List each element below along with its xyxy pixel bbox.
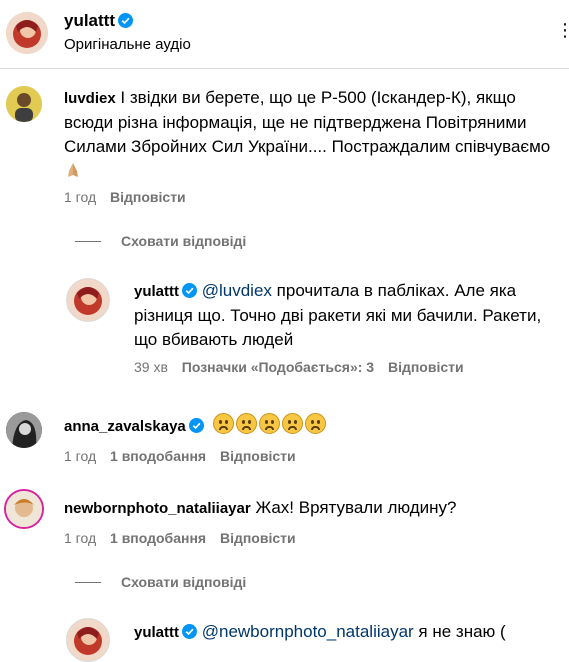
commenter-avatar[interactable]	[6, 412, 42, 448]
reply-username[interactable]: yulattt	[134, 624, 179, 641]
commenter-username[interactable]: luvdiex	[64, 90, 116, 107]
reply-text: я не знаю (	[418, 622, 506, 641]
commenter-username[interactable]: anna_zavalskaya	[64, 418, 186, 435]
folded-hands-icon	[68, 163, 78, 177]
verified-icon	[188, 418, 204, 433]
sad-face-icon	[258, 413, 280, 434]
audio-label[interactable]: Оригінальне аудіо	[64, 36, 191, 53]
reply-avatar[interactable]	[66, 618, 110, 662]
author-username[interactable]: yulattt	[64, 11, 115, 30]
comment-likes[interactable]: 1 вподобання	[110, 448, 206, 464]
reply-mention[interactable]: @luvdiex	[202, 281, 272, 300]
comment-emojis	[212, 413, 328, 435]
sad-face-icon	[281, 413, 303, 434]
commenter-avatar[interactable]	[6, 86, 42, 122]
verified-icon	[182, 283, 197, 298]
hide-replies-button[interactable]: Сховати відповіді	[121, 233, 246, 249]
reply-time[interactable]: 39 хв	[134, 359, 168, 375]
comment-likes[interactable]: 1 вподобання	[110, 530, 206, 546]
verified-icon	[182, 624, 197, 639]
author-avatar[interactable]	[6, 12, 48, 54]
reply-button[interactable]: Відповісти	[220, 448, 296, 464]
more-options-icon[interactable]: ⋮	[556, 20, 569, 41]
reply-mention[interactable]: @newbornphoto_nataliiayar	[202, 622, 414, 641]
comment-time[interactable]: 1 год	[64, 448, 96, 464]
replies-line	[75, 241, 101, 242]
comment-text: І звідки ви берете, що це Р-500 (Ісканде…	[64, 88, 551, 156]
comment-time[interactable]: 1 год	[64, 530, 96, 546]
header-divider	[0, 68, 569, 69]
reply-button[interactable]: Відповісти	[110, 189, 186, 205]
sad-face-icon	[212, 413, 234, 434]
comment-text: Жах! Врятували людину?	[255, 498, 457, 517]
sad-face-icon	[235, 413, 257, 434]
reply-username[interactable]: yulattt	[134, 283, 179, 300]
reply-likes[interactable]: Позначки «Подобається»: 3	[182, 359, 374, 375]
commenter-avatar[interactable]	[4, 489, 44, 529]
reply-avatar[interactable]	[66, 278, 110, 322]
hide-replies-button[interactable]: Сховати відповіді	[121, 574, 246, 590]
commenter-username[interactable]: newbornphoto_nataliiayar	[64, 500, 251, 517]
verified-icon	[118, 13, 133, 28]
comment-time[interactable]: 1 год	[64, 189, 96, 205]
reply-button[interactable]: Відповісти	[220, 530, 296, 546]
replies-line	[75, 582, 101, 583]
reply-button[interactable]: Відповісти	[388, 359, 464, 375]
sad-face-icon	[304, 413, 326, 434]
